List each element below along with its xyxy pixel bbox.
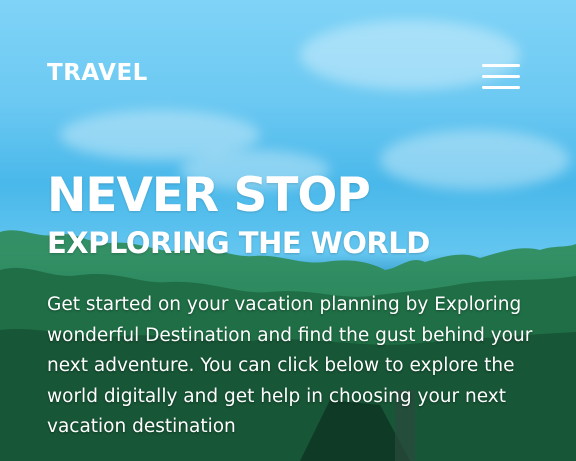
hamburger-menu-icon[interactable] bbox=[482, 64, 520, 90]
site-logo[interactable]: TRAVEL bbox=[47, 60, 148, 86]
hero-headline: NEVER STOP bbox=[47, 168, 371, 223]
menu-bar bbox=[482, 64, 520, 67]
hero-subheadline: EXPLORING THE WORLD bbox=[47, 226, 430, 260]
hero-description: Get started on your vacation planning by… bbox=[47, 294, 533, 437]
menu-bar bbox=[482, 86, 520, 89]
menu-bar bbox=[482, 75, 520, 78]
